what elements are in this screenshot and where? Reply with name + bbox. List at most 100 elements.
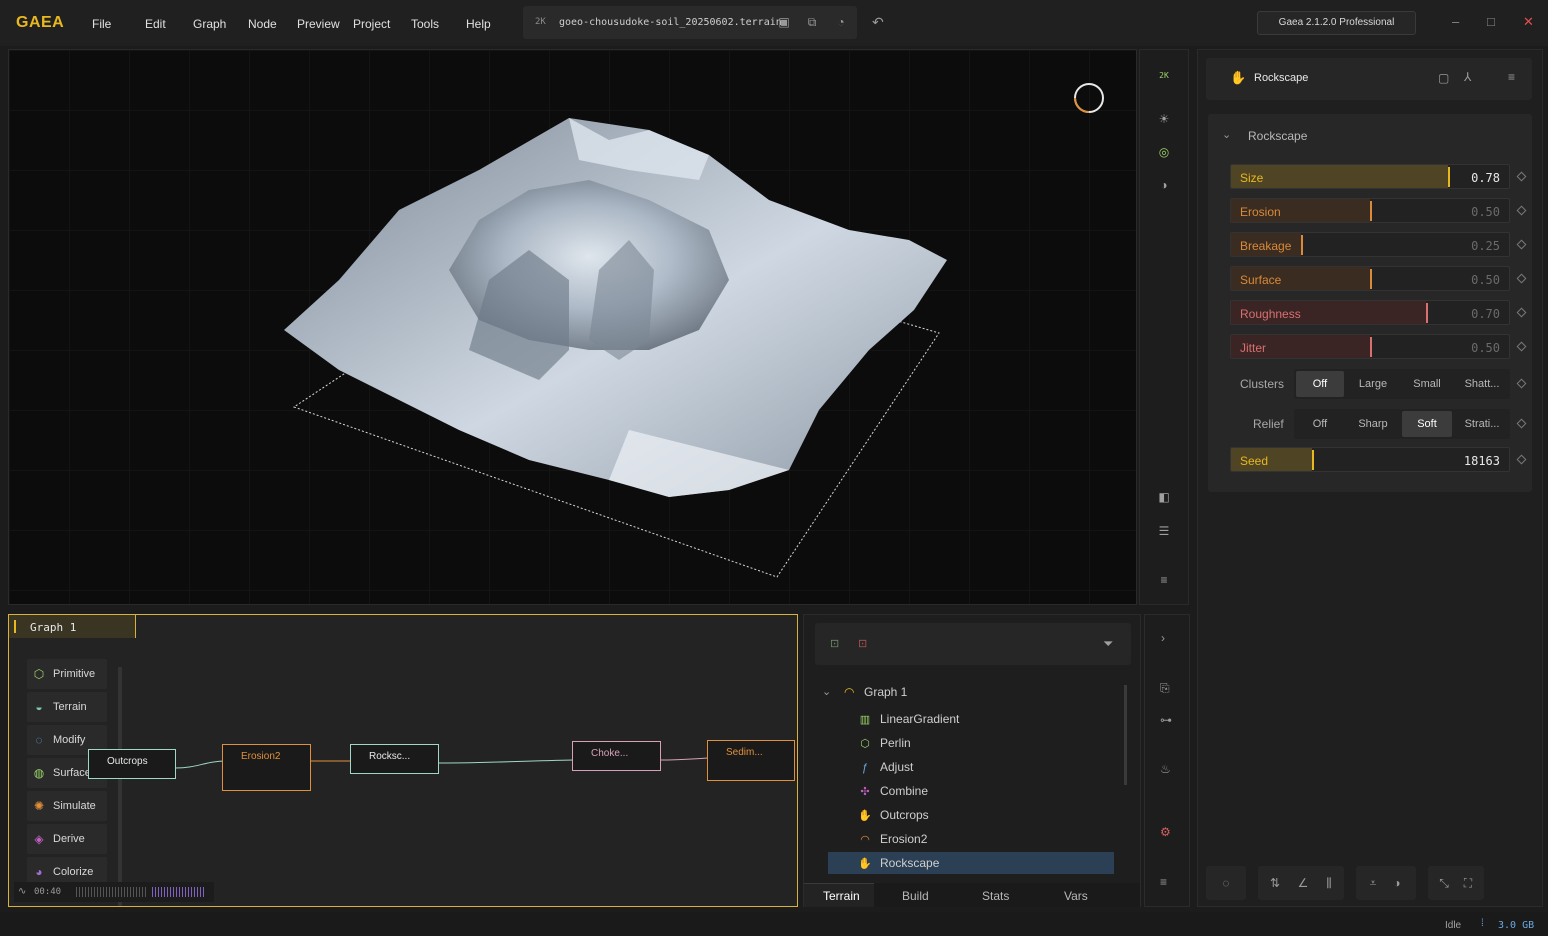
list-icon[interactable]: ≡ — [1160, 875, 1167, 889]
close-icon[interactable]: ✕ — [1523, 14, 1534, 30]
history-icon[interactable]: ◔ — [834, 15, 848, 29]
menu-project[interactable]: Project — [353, 17, 390, 31]
tree-item[interactable]: Rockscape — [880, 856, 939, 870]
graph-node-rockscape[interactable]: Rocksc... — [350, 744, 439, 774]
category-primitive[interactable]: ⬡ Primitive — [27, 659, 107, 689]
jitter-slider[interactable]: Jitter 0.50 — [1230, 334, 1510, 359]
undo-icon[interactable]: ↶ — [872, 14, 884, 31]
graph-node-sediment[interactable]: Sedim... — [707, 740, 795, 781]
terrain-viewport[interactable] — [8, 49, 1137, 605]
shading-icon[interactable]: ◑ — [1156, 177, 1172, 193]
chevron-right-icon[interactable]: › — [1161, 631, 1165, 645]
layout-icon[interactable]: ☰ — [1156, 523, 1172, 539]
tree-item[interactable]: LinearGradient — [880, 712, 959, 726]
slider-value[interactable]: 0.70 — [1471, 307, 1500, 321]
select-icon[interactable]: ⊡ — [830, 637, 839, 650]
engine-icon[interactable]: ⚙ — [1160, 825, 1171, 839]
graph-node-outcrops[interactable]: Outcrops — [88, 749, 176, 779]
menu-preview[interactable]: Preview — [297, 17, 340, 31]
node-title[interactable]: Rockscape — [1254, 72, 1308, 84]
deselect-icon[interactable]: ⊡ — [858, 637, 867, 650]
chevron-down-icon[interactable]: ⌄ — [822, 685, 831, 698]
menu-icon[interactable]: ≡ — [1156, 572, 1172, 588]
save-icon[interactable]: ▣ — [777, 15, 791, 29]
seed-slider[interactable]: Seed 18163 — [1230, 447, 1510, 472]
clusters-option-large[interactable]: Large — [1348, 371, 1398, 397]
slider-value[interactable]: 0.50 — [1471, 273, 1500, 287]
keyframe-icon[interactable] — [1516, 273, 1527, 284]
slider-handle[interactable] — [1300, 235, 1303, 255]
tree-item[interactable]: Erosion2 — [880, 832, 927, 846]
relief-option-soft[interactable]: Soft — [1402, 411, 1452, 437]
tree-item[interactable]: Outcrops — [880, 808, 929, 822]
minimize-icon[interactable]: – — [1452, 14, 1459, 29]
graph-node-choke[interactable]: Choke... — [572, 741, 661, 771]
relief-option-strata[interactable]: Strati... — [1456, 411, 1508, 437]
slider-handle[interactable] — [1447, 167, 1450, 187]
split-view-icon[interactable]: ◧ — [1156, 489, 1172, 505]
bookmark-icon[interactable]: ⎘ — [1160, 681, 1170, 696]
graph-tab[interactable]: Graph 1 — [8, 614, 136, 638]
tree-item[interactable]: Adjust — [880, 760, 913, 774]
contrast-icon[interactable]: ◑ — [1390, 876, 1404, 890]
slider-value[interactable]: 0.25 — [1471, 239, 1500, 253]
hamburger-icon[interactable]: ≡ — [1508, 70, 1515, 84]
slider-handle[interactable] — [1370, 201, 1372, 221]
menu-tools[interactable]: Tools — [411, 17, 439, 31]
keyframe-icon[interactable] — [1516, 205, 1527, 216]
tree-scrollbar[interactable] — [1124, 685, 1127, 785]
flame-icon[interactable]: ♨ — [1160, 762, 1171, 776]
menu-file[interactable]: File — [92, 17, 111, 31]
pin-icon[interactable]: ▢ — [1438, 71, 1449, 85]
chevron-down-icon[interactable]: ⌄ — [1222, 128, 1231, 141]
category-derive[interactable]: ◈ Derive — [27, 824, 107, 854]
keyframe-icon[interactable] — [1516, 454, 1527, 465]
material-icon[interactable]: ◎ — [1156, 144, 1172, 160]
menu-node[interactable]: Node — [248, 17, 277, 31]
relief-option-sharp[interactable]: Sharp — [1348, 411, 1398, 437]
tree-item[interactable]: Combine — [880, 784, 928, 798]
sort-icon[interactable]: ⇅ — [1268, 876, 1282, 890]
tab-build[interactable]: Build — [902, 889, 929, 903]
branch-icon[interactable]: ⅄ — [1464, 70, 1471, 84]
sun-icon[interactable]: ☀ — [1156, 111, 1172, 127]
slider-handle[interactable] — [1311, 450, 1314, 470]
keyframe-icon[interactable] — [1516, 418, 1527, 429]
slider-handle[interactable] — [1425, 303, 1428, 323]
seed-value[interactable]: 18163 — [1464, 454, 1500, 468]
graph-node-erosion2[interactable]: Erosion2 — [222, 744, 311, 791]
roughness-slider[interactable]: Roughness 0.70 — [1230, 300, 1510, 325]
clusters-option-shatter[interactable]: Shatt... — [1456, 371, 1508, 397]
category-simulate[interactable]: ✺ Simulate — [27, 791, 107, 821]
collapse-icon[interactable]: ⤡ — [1437, 876, 1451, 890]
filter-down-icon[interactable]: ⩡ — [1366, 876, 1380, 890]
lasso-icon[interactable]: ◌ — [1219, 876, 1233, 890]
tab-terrain[interactable]: Terrain — [823, 889, 860, 903]
tree-icon[interactable]: ⊶ — [1160, 713, 1172, 727]
keyframe-icon[interactable] — [1516, 171, 1527, 182]
slider-handle[interactable] — [1370, 337, 1372, 357]
erosion-slider[interactable]: Erosion 0.50 — [1230, 198, 1510, 223]
category-terrain[interactable]: ◒ Terrain — [27, 692, 107, 722]
tree-item[interactable]: Perlin — [880, 736, 911, 750]
keyframe-icon[interactable] — [1516, 307, 1527, 318]
tree-root[interactable]: Graph 1 — [864, 685, 907, 699]
resolution-toggle[interactable]: 2K — [1156, 68, 1172, 84]
slider-value[interactable]: 0.50 — [1471, 205, 1500, 219]
filter-icon[interactable]: ⏷ — [1103, 636, 1113, 652]
slider-value[interactable]: 0.50 — [1471, 341, 1500, 355]
surface-slider[interactable]: Surface 0.50 — [1230, 266, 1510, 291]
tab-vars[interactable]: Vars — [1064, 889, 1088, 903]
keyframe-icon[interactable] — [1516, 239, 1527, 250]
fullscreen-icon[interactable]: ⛶ — [1461, 876, 1475, 890]
menu-graph[interactable]: Graph — [193, 17, 226, 31]
size-slider[interactable]: Size 0.78 — [1230, 164, 1510, 189]
columns-icon[interactable]: ⫼ — [1322, 876, 1336, 890]
keyframe-icon[interactable] — [1516, 341, 1527, 352]
angle-icon[interactable]: ∠ — [1296, 876, 1310, 890]
maximize-icon[interactable]: □ — [1487, 14, 1495, 29]
tab-stats[interactable]: Stats — [982, 889, 1009, 903]
save-as-icon[interactable]: ⧉ — [805, 15, 819, 29]
clusters-option-small[interactable]: Small — [1402, 371, 1452, 397]
breakage-slider[interactable]: Breakage 0.25 — [1230, 232, 1510, 257]
